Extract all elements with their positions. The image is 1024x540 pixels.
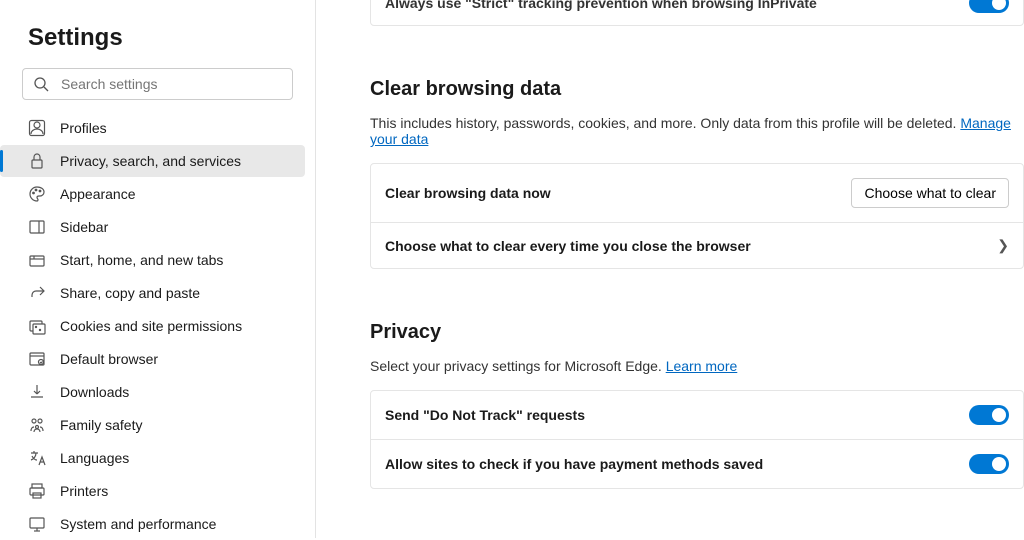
clear-data-card: Clear browsing data now Choose what to c… [370,163,1024,269]
chevron-right-icon: ❯ [997,237,1009,254]
nav-privacy[interactable]: Privacy, search, and services [0,145,305,177]
nav-label: Cookies and site permissions [60,318,242,334]
privacy-desc: Select your privacy settings for Microso… [370,358,1024,374]
privacy-learn-more-link[interactable]: Learn more [666,358,738,374]
settings-sidebar: Settings Profiles Privacy, search, and s… [0,0,315,538]
nav-cookies[interactable]: Cookies and site permissions [0,310,305,342]
family-icon [28,416,46,434]
payment-check-toggle[interactable] [969,454,1009,474]
nav-share[interactable]: Share, copy and paste [0,277,305,309]
nav-label: Languages [60,450,129,466]
nav-system[interactable]: System and performance [0,508,305,540]
nav-appearance[interactable]: Appearance [0,178,305,210]
nav-sidebar[interactable]: Sidebar [0,211,305,243]
strict-tracking-label: Always use "Strict" tracking prevention … [385,0,817,11]
search-settings-box[interactable] [22,68,293,100]
share-icon [28,284,46,302]
system-icon [28,515,46,533]
nav-default-browser[interactable]: Default browser [0,343,305,375]
nav-label: Profiles [60,120,107,136]
strict-tracking-toggle[interactable] [969,0,1009,13]
dnt-row: Send "Do Not Track" requests [371,391,1023,439]
clear-data-now-label: Clear browsing data now [385,185,551,201]
dnt-label: Send "Do Not Track" requests [385,407,585,423]
strict-tracking-row: Always use "Strict" tracking prevention … [370,0,1024,26]
sidebar-icon [28,218,46,236]
nav-label: Sidebar [60,219,108,235]
nav-label: Share, copy and paste [60,285,200,301]
settings-content: Always use "Strict" tracking prevention … [316,0,1024,538]
settings-nav: Profiles Privacy, search, and services A… [0,112,315,540]
browser-icon [28,350,46,368]
cookies-icon [28,317,46,335]
settings-title: Settings [0,16,315,68]
nav-downloads[interactable]: Downloads [0,376,305,408]
clear-data-desc-text: This includes history, passwords, cookie… [370,115,960,131]
nav-languages[interactable]: Languages [0,442,305,474]
dnt-toggle[interactable] [969,405,1009,425]
clear-browsing-data-section: Clear browsing data This includes histor… [370,78,1024,269]
clear-data-now-row: Clear browsing data now Choose what to c… [371,164,1023,222]
privacy-section: Privacy Select your privacy settings for… [370,321,1024,489]
clear-data-heading: Clear browsing data [370,78,1024,101]
nav-family[interactable]: Family safety [0,409,305,441]
profiles-icon [28,119,46,137]
privacy-card: Send "Do Not Track" requests Allow sites… [370,390,1024,489]
nav-label: Default browser [60,351,158,367]
search-settings-input[interactable] [61,76,282,92]
lock-icon [28,152,46,170]
payment-check-label: Allow sites to check if you have payment… [385,456,763,472]
clear-on-close-label: Choose what to clear every time you clos… [385,238,751,254]
nav-label: Downloads [60,384,129,400]
nav-label: Privacy, search, and services [60,153,241,169]
tabs-icon [28,251,46,269]
privacy-heading: Privacy [370,321,1024,344]
printer-icon [28,482,46,500]
nav-profiles[interactable]: Profiles [0,112,305,144]
choose-what-to-clear-button[interactable]: Choose what to clear [851,178,1009,208]
nav-label: System and performance [60,516,216,532]
clear-on-close-row[interactable]: Choose what to clear every time you clos… [371,222,1023,268]
nav-printers[interactable]: Printers [0,475,305,507]
download-icon [28,383,46,401]
nav-label: Appearance [60,186,136,202]
nav-label: Start, home, and new tabs [60,252,223,268]
languages-icon [28,449,46,467]
payment-check-row: Allow sites to check if you have payment… [371,439,1023,488]
nav-label: Printers [60,483,108,499]
privacy-desc-text: Select your privacy settings for Microso… [370,358,666,374]
appearance-icon [28,185,46,203]
search-icon [33,76,49,92]
nav-label: Family safety [60,417,142,433]
nav-start-home[interactable]: Start, home, and new tabs [0,244,305,276]
clear-data-desc: This includes history, passwords, cookie… [370,115,1024,147]
